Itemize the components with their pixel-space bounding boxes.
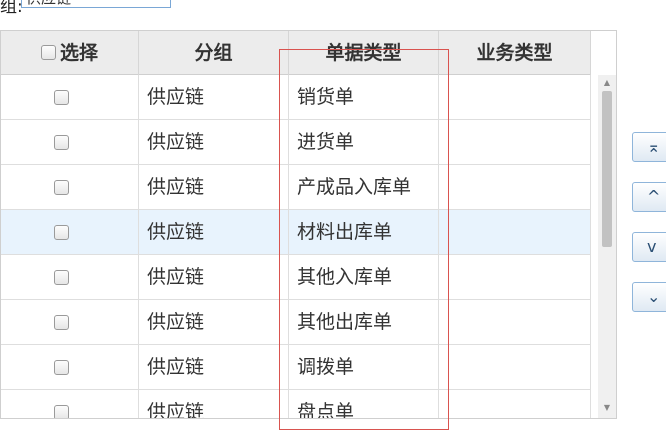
cell-biz-type (439, 210, 591, 254)
move-up-icon: ^ (647, 187, 661, 206)
header-select[interactable]: 选择 (1, 31, 139, 75)
row-checkbox[interactable] (54, 270, 69, 285)
cell-doc-type: 材料出库单 (289, 210, 439, 254)
move-down-icon: v (647, 237, 657, 256)
move-to-bottom-icon: ⌄ (647, 287, 661, 306)
grid-body: 供应链 销货单 供应链 进货单 供应链 产成品入库单 供应链 材料出库单 供应链… (1, 75, 591, 418)
cell-doc-type: 调拨单 (289, 345, 439, 389)
cell-group: 供应链 (139, 255, 289, 299)
cell-group: 供应链 (139, 345, 289, 389)
cell-biz-type (439, 345, 591, 389)
cell-doc-type: 进货单 (289, 120, 439, 164)
cell-group: 供应链 (139, 75, 289, 119)
vertical-scrollbar[interactable]: ▲ ▼ (598, 75, 616, 418)
cell-group: 供应链 (139, 210, 289, 254)
table-row[interactable]: 供应链 销货单 (1, 75, 591, 120)
table-row[interactable]: 供应链 其他入库单 (1, 255, 591, 300)
scrollbar-thumb[interactable] (602, 91, 612, 247)
header-biz-type[interactable]: 业务类型 (439, 31, 591, 75)
row-checkbox[interactable] (54, 405, 69, 418)
table-row[interactable]: 供应链 进货单 (1, 120, 591, 165)
header-group[interactable]: 分组 (139, 31, 289, 75)
table-row[interactable]: 供应链 调拨单 (1, 345, 591, 390)
cell-biz-type (439, 165, 591, 209)
select-all-checkbox[interactable] (40, 45, 56, 60)
cell-group: 供应链 (139, 120, 289, 164)
cell-group: 供应链 (139, 300, 289, 344)
cell-doc-type: 销货单 (289, 75, 439, 119)
cell-doc-type: 其他出库单 (289, 300, 439, 344)
table-row-selected[interactable]: 供应链 材料出库单 (1, 210, 591, 255)
move-to-top-button[interactable]: ⌅ (632, 132, 666, 162)
table-row[interactable]: 供应链 盘点单 (1, 390, 591, 418)
cell-biz-type (439, 75, 591, 119)
move-down-button[interactable]: v (632, 232, 666, 262)
row-checkbox[interactable] (54, 90, 69, 105)
move-up-button[interactable]: ^ (632, 182, 666, 212)
grid-header: 选择 分组 单据类型 业务类型 (1, 31, 591, 75)
move-to-top-icon: ⌅ (647, 137, 661, 156)
row-checkbox[interactable] (54, 180, 69, 195)
header-corner (591, 31, 616, 75)
document-type-grid: 选择 分组 单据类型 业务类型 供应链 销货单 供应链 进货单 供应链 产成品入… (0, 30, 617, 419)
triangle-down-icon[interactable]: ▼ (598, 400, 616, 416)
move-to-bottom-button[interactable]: ⌄ (632, 282, 666, 312)
row-checkbox[interactable] (54, 225, 69, 240)
group-filter-label: 组: (0, 0, 23, 17)
header-select-label: 选择 (59, 42, 98, 64)
cell-biz-type (439, 390, 591, 418)
cell-biz-type (439, 255, 591, 299)
cell-doc-type: 其他入库单 (289, 255, 439, 299)
group-filter-input[interactable] (21, 0, 171, 8)
triangle-up-icon[interactable]: ▲ (598, 75, 616, 91)
cell-doc-type: 盘点单 (289, 390, 439, 418)
cell-group: 供应链 (139, 390, 289, 418)
cell-biz-type (439, 300, 591, 344)
row-checkbox[interactable] (54, 360, 69, 375)
table-row[interactable]: 供应链 其他出库单 (1, 300, 591, 345)
cell-doc-type: 产成品入库单 (289, 165, 439, 209)
cell-group: 供应链 (139, 165, 289, 209)
header-doc-type[interactable]: 单据类型 (289, 31, 439, 75)
row-checkbox[interactable] (54, 315, 69, 330)
cell-biz-type (439, 120, 591, 164)
row-checkbox[interactable] (54, 135, 69, 150)
table-row[interactable]: 供应链 产成品入库单 (1, 165, 591, 210)
